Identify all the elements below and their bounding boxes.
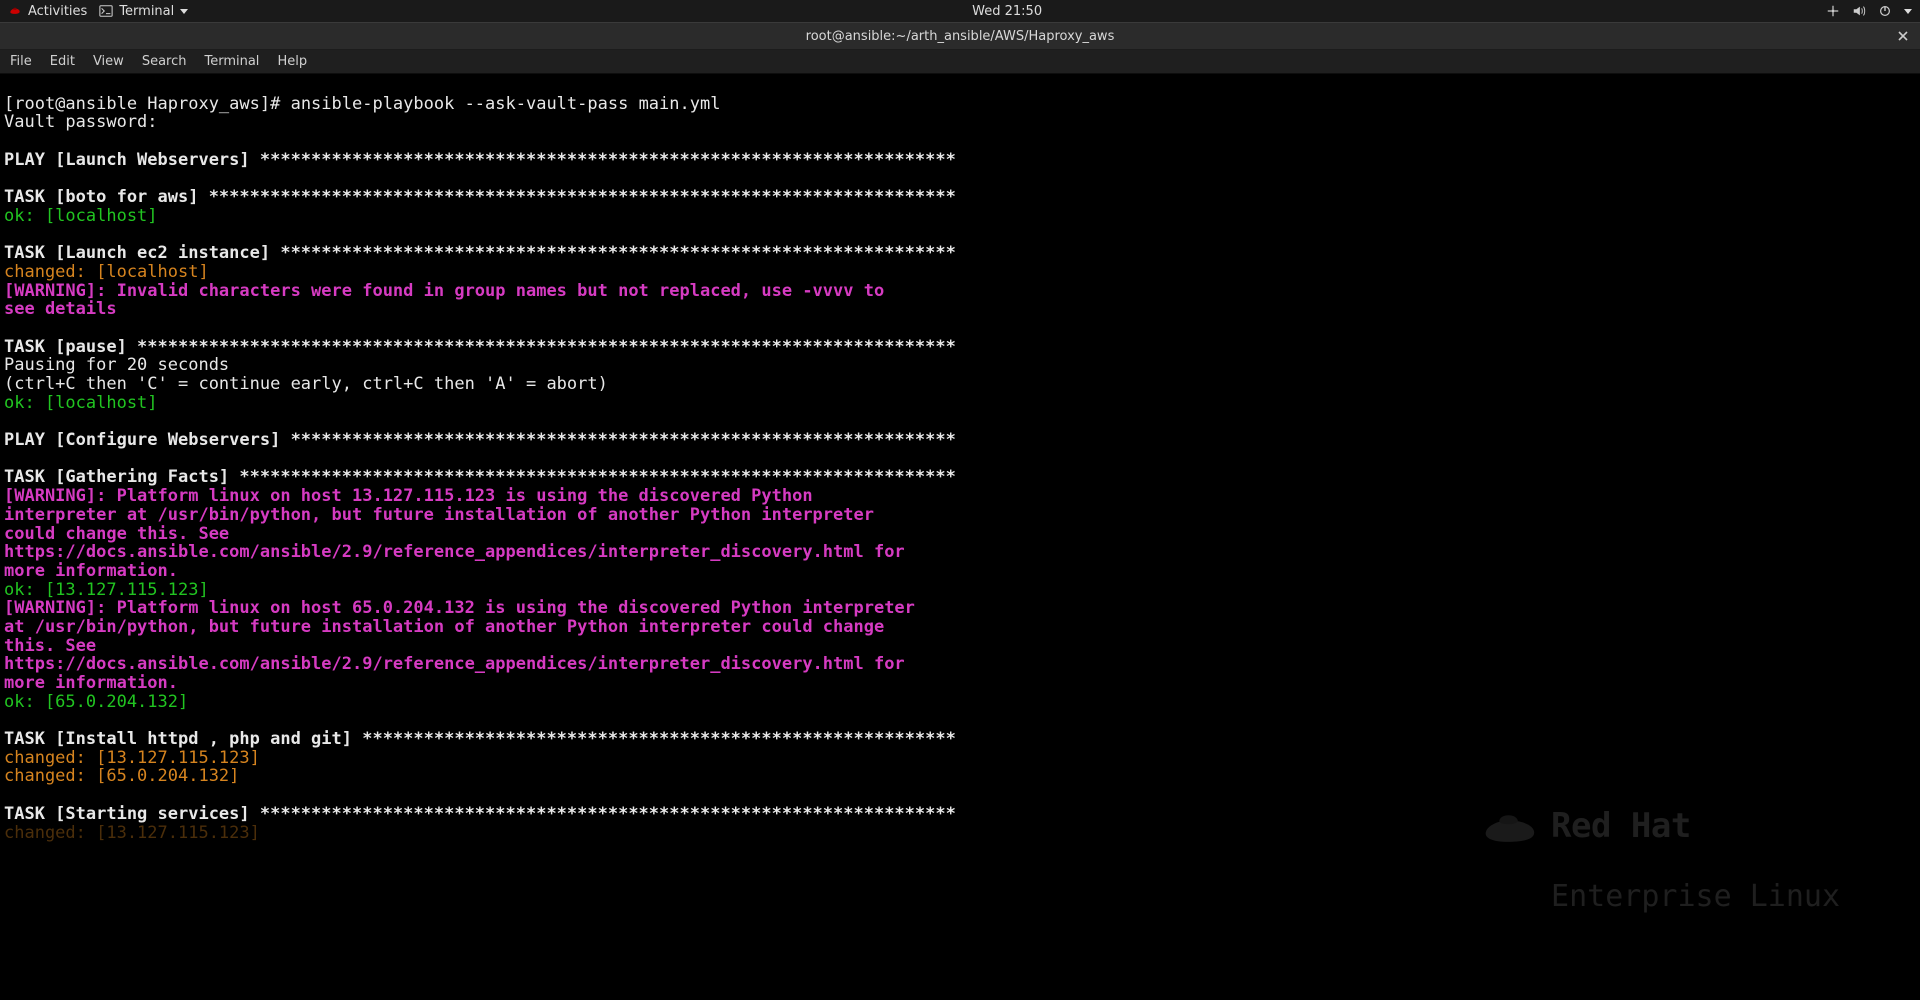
task-header: TASK [boto for aws] ********************… [4,187,956,207]
menu-view[interactable]: View [93,54,124,69]
play-header: PLAY [Configure Webservers] ************… [4,430,956,450]
clock-label: Wed 21:50 [972,4,1042,19]
menu-help[interactable]: Help [277,54,307,69]
system-status-area[interactable] [1826,4,1912,18]
warning-line: more information. [4,673,178,693]
vault-prompt: Vault password: [4,112,168,132]
power-icon [1878,4,1892,18]
task-header: TASK [Gathering Facts] *****************… [4,467,956,487]
warning-line: see details [4,299,117,319]
warning-line: at /usr/bin/python, but future installat… [4,617,884,637]
topbar-clock[interactable]: Wed 21:50 [972,4,1042,19]
menu-terminal[interactable]: Terminal [204,54,259,69]
watermark-line2: Enterprise Linux [1551,880,1840,913]
chevron-down-icon [180,9,188,14]
warning-line: more information. [4,561,178,581]
app-menu-terminal[interactable]: Terminal [99,4,188,19]
status-ok: ok: [localhost] [4,206,158,226]
redhat-hat-icon [1481,806,1537,846]
redhat-logo-icon [8,4,22,18]
warning-line: https://docs.ansible.com/ansible/2.9/ref… [4,654,905,674]
terminal-app-icon [99,4,113,18]
menu-edit[interactable]: Edit [50,54,75,69]
window-titlebar[interactable]: root@ansible:~/arth_ansible/AWS/Haproxy_… [0,22,1920,50]
activities-label: Activities [28,4,87,19]
redhat-watermark: Red Hat Enterprise Linux [1481,769,1840,950]
menu-file[interactable]: File [10,54,32,69]
window-title: root@ansible:~/arth_ansible/AWS/Haproxy_… [806,29,1115,44]
status-ok: ok: [localhost] [4,393,158,413]
warning-line: this. See [4,636,96,656]
warning-line: https://docs.ansible.com/ansible/2.9/ref… [4,542,905,562]
volume-icon [1852,4,1866,18]
network-icon [1826,4,1840,18]
prompt: [root@ansible Haproxy_aws]# [4,94,291,114]
activities-button[interactable]: Activities [8,4,87,19]
play-header: PLAY [Launch Webservers] ***************… [4,150,956,170]
status-changed-partial: changed: [13.127.115.123] [4,823,260,843]
status-changed: changed: [localhost] [4,262,209,282]
terminal-viewport[interactable]: [root@ansible Haproxy_aws]# ansible-play… [0,74,1920,1000]
gnome-topbar: Activities Terminal Wed 21:50 [0,0,1920,22]
warning-line: [WARNING]: Platform linux on host 13.127… [4,486,813,506]
watermark-line1: Red Hat [1551,808,1691,845]
warning-line: interpreter at /usr/bin/python, but futu… [4,505,874,525]
warning-line: [WARNING]: Invalid characters were found… [4,281,884,301]
app-menu-label: Terminal [119,4,174,19]
status-ok: ok: [65.0.204.132] [4,692,188,712]
close-icon [1897,30,1909,42]
task-header: TASK [Install httpd , php and git] *****… [4,729,956,749]
task-header: TASK [pause] ***************************… [4,337,956,357]
menu-search[interactable]: Search [142,54,187,69]
output-line: (ctrl+C then 'C' = continue early, ctrl+… [4,374,608,394]
output-line: Pausing for 20 seconds [4,355,229,375]
chevron-down-icon [1904,9,1912,14]
command: ansible-playbook --ask-vault-pass main.y… [291,94,721,114]
warning-line: could change this. See [4,524,229,544]
task-header: TASK [Starting services] ***************… [4,804,956,824]
status-changed: changed: [13.127.115.123] [4,748,260,768]
window-close-button[interactable] [1894,27,1912,45]
status-ok: ok: [13.127.115.123] [4,580,209,600]
status-changed: changed: [65.0.204.132] [4,766,239,786]
task-header: TASK [Launch ec2 instance] *************… [4,243,956,263]
warning-line: [WARNING]: Platform linux on host 65.0.2… [4,598,915,618]
terminal-menubar: File Edit View Search Terminal Help [0,50,1920,74]
